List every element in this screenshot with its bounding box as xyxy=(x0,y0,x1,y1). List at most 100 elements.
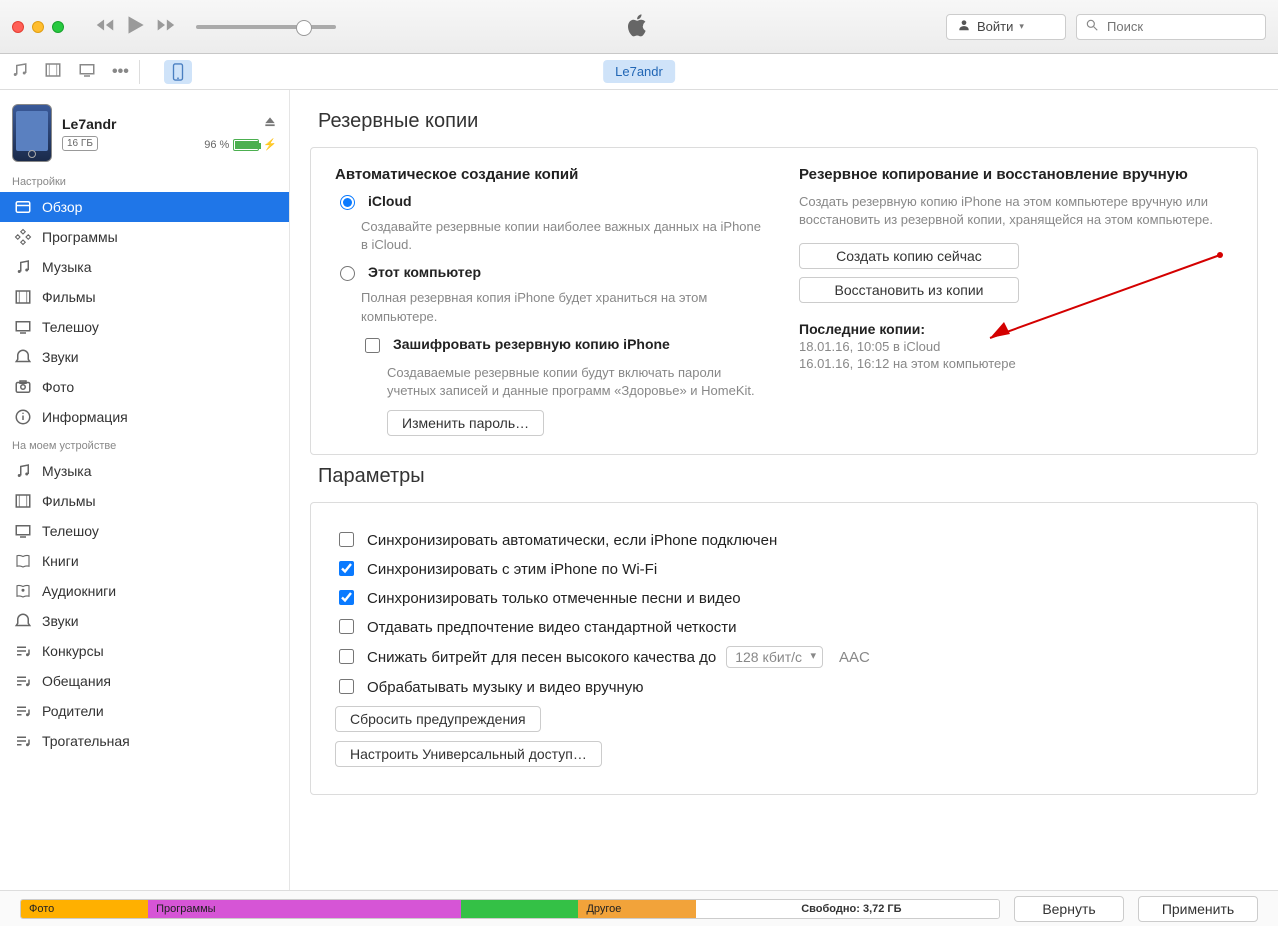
zoom-window-button[interactable] xyxy=(52,21,64,33)
sidebar: Le7andr 16 ГБ 96 % ⚡ Настройки Обзор Про… xyxy=(0,90,290,890)
sidebar-item-od-music[interactable]: Музыка xyxy=(0,456,289,486)
backups-panel: Автоматическое создание копий iCloud Соз… xyxy=(310,147,1258,455)
search-field[interactable] xyxy=(1105,18,1278,35)
close-window-button[interactable] xyxy=(12,21,24,33)
sidebar-header-ondevice: На моем устройстве xyxy=(0,432,289,456)
last-backups-title: Последние копии: xyxy=(799,321,1233,337)
minimize-window-button[interactable] xyxy=(32,21,44,33)
sidebar-item-photos[interactable]: Фото xyxy=(0,372,289,402)
sidebar-item-tones[interactable]: Звуки xyxy=(0,342,289,372)
phone-icon xyxy=(172,63,184,81)
music-icon[interactable] xyxy=(10,61,28,82)
sidebar-item-overview[interactable]: Обзор xyxy=(0,192,289,222)
params-panel: Синхронизировать автоматически, если iPh… xyxy=(310,502,1258,795)
backup-now-button[interactable]: Создать копию сейчас xyxy=(799,243,1019,269)
icloud-desc: Создавайте резервные копии наиболее важн… xyxy=(361,218,769,254)
usage-seg-other: Другое xyxy=(578,900,695,918)
sd-video-checkbox[interactable] xyxy=(339,619,354,634)
search-input[interactable] xyxy=(1076,14,1266,40)
divider xyxy=(139,60,140,84)
manual-manage-label: Обрабатывать музыку и видео вручную xyxy=(367,679,644,696)
universal-access-button[interactable]: Настроить Универсальный доступ… xyxy=(335,741,602,767)
chevron-down-icon: ▾ xyxy=(1019,21,1024,32)
restore-button[interactable]: Восстановить из копии xyxy=(799,277,1019,303)
user-icon xyxy=(957,18,971,35)
backups-title: Резервные копии xyxy=(318,110,1258,133)
charging-icon: ⚡ xyxy=(263,138,277,151)
wifi-sync-label: Синхронизировать с этим iPhone по Wi-Fi xyxy=(367,561,657,578)
encrypt-checkbox[interactable] xyxy=(365,338,380,353)
eject-icon[interactable] xyxy=(263,115,277,132)
usage-seg-photo: Фото xyxy=(21,900,148,918)
params-title: Параметры xyxy=(318,465,1258,488)
wifi-sync-checkbox[interactable] xyxy=(339,561,354,576)
aac-label: AAC xyxy=(839,649,870,666)
checked-only-checkbox[interactable] xyxy=(339,590,354,605)
auto-sync-label: Синхронизировать автоматически, если iPh… xyxy=(367,532,777,549)
prev-track-icon[interactable] xyxy=(94,14,116,39)
sidebar-item-music[interactable]: Музыка xyxy=(0,252,289,282)
battery-status: 96 % ⚡ xyxy=(204,138,277,151)
sidebar-item-playlist-contests[interactable]: Конкурсы xyxy=(0,636,289,666)
sidebar-item-od-tv[interactable]: Телешоу xyxy=(0,516,289,546)
playback-controls xyxy=(94,12,176,41)
manual-backup-title: Резервное копирование и восстановление в… xyxy=(799,166,1233,183)
usage-seg-green xyxy=(461,900,578,918)
encrypt-desc: Создаваемые резервные копии будут включа… xyxy=(387,364,769,400)
play-icon[interactable] xyxy=(122,12,148,41)
device-capacity: 16 ГБ xyxy=(62,136,98,151)
sidebar-item-playlist-touching[interactable]: Трогательная xyxy=(0,726,289,756)
battery-icon xyxy=(233,139,259,151)
bitrate-label: Снижать битрейт для песен высокого качес… xyxy=(367,649,716,666)
sidebar-header-settings: Настройки xyxy=(0,168,289,192)
auto-backup-title: Автоматическое создание копий xyxy=(335,166,769,183)
sidebar-item-movies[interactable]: Фильмы xyxy=(0,282,289,312)
more-icon[interactable]: ••• xyxy=(112,63,129,81)
footer-bar: Фото Программы Другое Свободно: 3,72 ГБ … xyxy=(0,890,1278,926)
movies-icon[interactable] xyxy=(44,61,62,82)
apply-button[interactable]: Применить xyxy=(1138,896,1258,922)
main-content: Резервные копии Автоматическое создание … xyxy=(290,90,1278,890)
search-icon xyxy=(1085,18,1099,35)
thispc-radio[interactable] xyxy=(340,266,355,281)
icloud-radio[interactable] xyxy=(340,195,355,210)
revert-button[interactable]: Вернуть xyxy=(1014,896,1124,922)
change-password-button[interactable]: Изменить пароль… xyxy=(387,410,544,436)
encrypt-label: Зашифровать резервную копию iPhone xyxy=(393,336,670,352)
auto-sync-checkbox[interactable] xyxy=(339,532,354,547)
media-toolbar: ••• Le7andr xyxy=(0,54,1278,90)
sidebar-item-info[interactable]: Информация xyxy=(0,402,289,432)
last-backup-1: 18.01.16, 10:05 в iCloud xyxy=(799,339,1233,354)
sidebar-item-playlist-promises[interactable]: Обещания xyxy=(0,666,289,696)
manual-manage-checkbox[interactable] xyxy=(339,679,354,694)
device-thumbnail-icon xyxy=(12,104,52,162)
last-backup-2: 16.01.16, 16:12 на этом компьютере xyxy=(799,356,1233,371)
icloud-label: iCloud xyxy=(368,193,412,209)
sidebar-item-od-books[interactable]: Книги xyxy=(0,546,289,576)
reset-warnings-button[interactable]: Сбросить предупреждения xyxy=(335,706,541,732)
next-track-icon[interactable] xyxy=(154,14,176,39)
thispc-desc: Полная резервная копия iPhone будет хран… xyxy=(361,289,769,325)
tv-icon[interactable] xyxy=(78,61,96,82)
bitrate-select[interactable]: 128 кбит/с xyxy=(726,646,823,668)
checked-only-label: Синхронизировать только отмеченные песни… xyxy=(367,590,741,607)
titlebar: Войти ▾ xyxy=(0,0,1278,54)
login-button[interactable]: Войти ▾ xyxy=(946,14,1066,40)
apple-logo-icon xyxy=(628,12,650,41)
device-header: Le7andr 16 ГБ 96 % ⚡ xyxy=(0,98,289,168)
tab-title: Le7andr xyxy=(603,64,675,79)
login-label: Войти xyxy=(977,19,1013,34)
sidebar-item-od-tones[interactable]: Звуки xyxy=(0,606,289,636)
usage-seg-free: Свободно: 3,72 ГБ xyxy=(696,900,999,918)
bitrate-checkbox[interactable] xyxy=(339,649,354,664)
usage-seg-apps: Программы xyxy=(148,900,461,918)
device-tab-button[interactable] xyxy=(164,60,192,84)
sidebar-item-apps[interactable]: Программы xyxy=(0,222,289,252)
sidebar-item-playlist-parents[interactable]: Родители xyxy=(0,696,289,726)
device-name: Le7andr xyxy=(62,116,194,132)
sidebar-item-tv[interactable]: Телешоу xyxy=(0,312,289,342)
volume-slider[interactable] xyxy=(196,25,336,29)
sidebar-item-od-audiobooks[interactable]: Аудиокниги xyxy=(0,576,289,606)
sidebar-item-od-movies[interactable]: Фильмы xyxy=(0,486,289,516)
storage-usage-bar: Фото Программы Другое Свободно: 3,72 ГБ xyxy=(20,899,1000,919)
